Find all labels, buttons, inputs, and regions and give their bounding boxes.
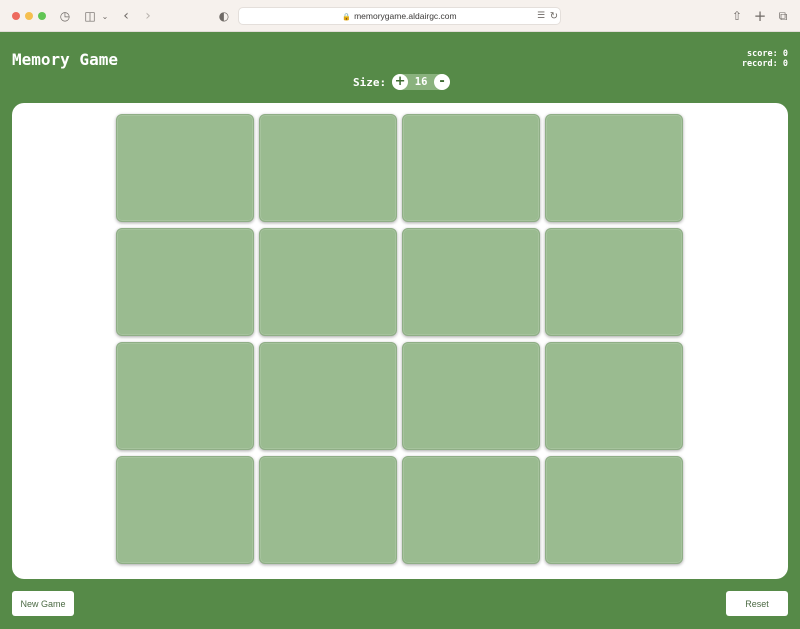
reset-button[interactable]: Reset: [726, 591, 788, 616]
memory-card[interactable]: [259, 114, 397, 222]
share-icon[interactable]: ⇧: [730, 8, 744, 24]
memory-card[interactable]: [116, 342, 254, 450]
size-increase-button[interactable]: +: [392, 74, 409, 90]
tab-overview-icon[interactable]: ⧉: [776, 8, 790, 24]
minimize-window-button[interactable]: [25, 12, 33, 20]
chevron-down-icon[interactable]: ⌄: [100, 8, 110, 24]
memory-card[interactable]: [259, 342, 397, 450]
browser-toolbar: ◷ ◫ ⌄ ‹ › ◐ 🔒 memorygame.aldairgc.com ☰ ↻…: [0, 0, 800, 32]
size-value: 16: [414, 76, 428, 88]
record-line: record: 0: [742, 59, 788, 69]
size-control: + 16 -: [392, 74, 451, 90]
close-window-button[interactable]: [12, 12, 20, 20]
history-icon[interactable]: ◷: [58, 8, 72, 24]
new-game-button[interactable]: New Game: [12, 591, 74, 616]
score-line: score: 0: [742, 49, 788, 59]
memory-card[interactable]: [402, 342, 540, 450]
forward-icon[interactable]: ›: [142, 8, 154, 24]
score-value: 0: [782, 49, 788, 59]
url-text: memorygame.aldairgc.com: [354, 11, 457, 21]
score-label: score:: [747, 49, 778, 59]
back-icon[interactable]: ‹: [120, 8, 132, 24]
memory-card[interactable]: [116, 114, 254, 222]
memory-card[interactable]: [545, 228, 683, 336]
address-bar[interactable]: 🔒 memorygame.aldairgc.com ☰ ↻: [238, 7, 561, 25]
zoom-window-button[interactable]: [38, 12, 46, 20]
size-selector: Size: + 16 -: [353, 74, 451, 90]
size-label: Size:: [353, 75, 387, 89]
game-board: [12, 103, 788, 579]
record-value: 0: [782, 59, 788, 69]
size-decrease-button[interactable]: -: [434, 74, 451, 90]
card-grid: [116, 114, 683, 564]
sidebar-icon[interactable]: ◫: [82, 8, 98, 24]
score-panel: score: 0 record: 0: [742, 49, 788, 69]
memory-card[interactable]: [545, 114, 683, 222]
reload-icon[interactable]: ↻: [549, 8, 559, 24]
memory-card[interactable]: [545, 456, 683, 564]
memory-card[interactable]: [402, 228, 540, 336]
privacy-shield-icon[interactable]: ◐: [218, 8, 230, 24]
lock-icon: 🔒: [342, 14, 352, 21]
translate-icon[interactable]: ☰: [535, 8, 547, 24]
memory-card[interactable]: [402, 114, 540, 222]
memory-card[interactable]: [259, 228, 397, 336]
page-title: Memory Game: [12, 50, 118, 69]
record-label: record:: [741, 59, 778, 69]
memory-card[interactable]: [402, 456, 540, 564]
memory-game-app: Memory Game score: 0 record: 0 Size: + 1…: [0, 32, 800, 629]
new-tab-icon[interactable]: +: [753, 7, 767, 25]
memory-card[interactable]: [116, 456, 254, 564]
memory-card[interactable]: [545, 342, 683, 450]
memory-card[interactable]: [259, 456, 397, 564]
memory-card[interactable]: [116, 228, 254, 336]
